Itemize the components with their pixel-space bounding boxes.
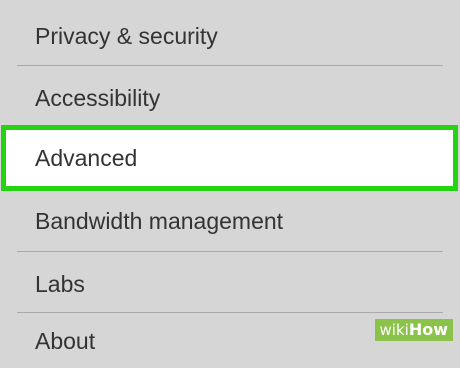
menu-item-label: Privacy & security <box>35 22 218 49</box>
menu-item-label: Labs <box>35 270 85 297</box>
menu-item-advanced[interactable]: Advanced <box>1 125 458 191</box>
menu-item-labs[interactable]: Labs <box>0 256 460 312</box>
menu-item-label: Bandwidth management <box>35 208 284 234</box>
divider <box>17 251 443 252</box>
divider <box>17 65 443 66</box>
menu-item-accessibility[interactable]: Accessibility <box>0 70 460 126</box>
wikihow-logo: wiki How <box>374 319 453 341</box>
watermark-how: How <box>408 320 448 339</box>
menu-item-bandwidth-management[interactable]: Bandwidth management <box>0 193 460 250</box>
menu-item-label: Advanced <box>35 144 138 171</box>
wikihow-watermark: wiki How <box>374 319 453 341</box>
menu-item-label: About <box>35 328 96 354</box>
menu-item-label: Accessibility <box>35 84 161 111</box>
divider <box>17 312 443 313</box>
settings-menu: Privacy & security Accessibility Advance… <box>0 0 460 354</box>
menu-item-privacy-security[interactable]: Privacy & security <box>0 8 460 64</box>
watermark-wiki: wiki <box>379 321 409 339</box>
